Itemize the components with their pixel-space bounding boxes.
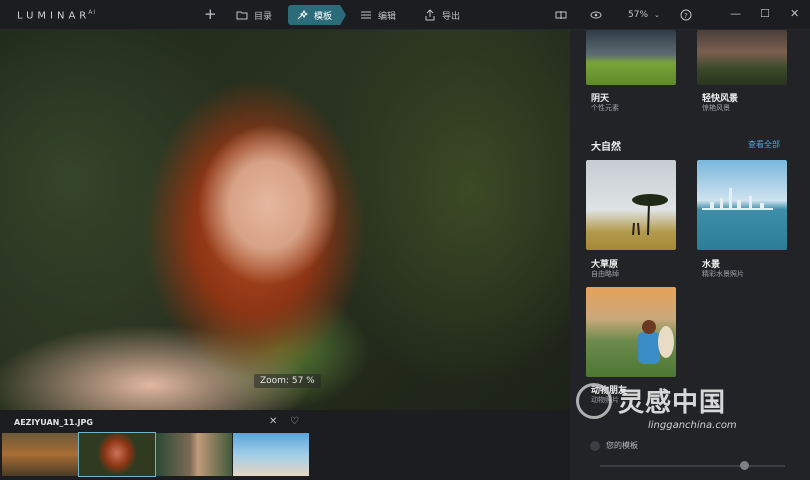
- heart-icon[interactable]: ♡: [290, 416, 299, 427]
- svg-text:?: ?: [684, 12, 688, 20]
- tab-templates[interactable]: 模板: [288, 5, 346, 25]
- compare-button[interactable]: [555, 5, 567, 25]
- compare-icon: [555, 11, 567, 19]
- template-card-waterscape[interactable]: [697, 160, 787, 250]
- tab-edit[interactable]: 编辑: [360, 5, 396, 25]
- template-card-savanna[interactable]: [586, 160, 676, 250]
- maximize-button[interactable]: ☐: [760, 7, 770, 20]
- slider-handle[interactable]: [740, 461, 749, 470]
- see-all-link[interactable]: 查看全部: [748, 139, 780, 150]
- watermark-text: 灵感中国: [618, 388, 727, 418]
- tab-edit-label: 编辑: [378, 11, 397, 22]
- export-icon: [425, 9, 435, 21]
- eye-icon: [590, 11, 602, 19]
- template-card-animal-friends[interactable]: [586, 287, 676, 377]
- template-card-cloudy[interactable]: [586, 30, 676, 85]
- template-subtitle: 惊艳风景: [702, 104, 730, 112]
- top-toolbar: LUMINARAI + 目录 模板 编辑 导出 57% ⌄ ? — ☐ ✕: [0, 0, 810, 30]
- main-photo[interactable]: [0, 30, 570, 410]
- help-button[interactable]: ?: [680, 5, 692, 25]
- tab-catalog-label: 目录: [254, 11, 273, 22]
- minimize-button[interactable]: —: [730, 7, 741, 20]
- tab-export[interactable]: 导出: [424, 5, 460, 25]
- filmstrip-thumb-selected[interactable]: [78, 432, 156, 477]
- tab-templates-label: 模板: [314, 11, 333, 22]
- watermark-url: lingganchina.com: [648, 420, 737, 431]
- section-title-nature: 大自然: [591, 142, 621, 153]
- savanna-tree-graphic: [632, 194, 668, 236]
- zoom-dropdown[interactable]: 57% ⌄: [628, 5, 660, 25]
- watermark-logo-icon: [576, 383, 612, 419]
- chevron-down-icon: ⌄: [654, 11, 660, 19]
- zoom-overlay: Zoom: 57 %: [254, 374, 321, 388]
- template-subtitle: 自由略绰: [591, 270, 619, 278]
- app-logo: LUMINARAI: [17, 9, 97, 22]
- my-templates-label: 您的模板: [606, 441, 638, 450]
- city-skyline-graphic: [702, 188, 773, 210]
- filmstrip-thumb[interactable]: [233, 433, 309, 476]
- close-icon[interactable]: ✕: [269, 416, 277, 427]
- template-subtitle: 精彩水景照片: [702, 270, 744, 278]
- zoom-value: 57%: [628, 10, 649, 20]
- add-button[interactable]: +: [204, 4, 217, 24]
- folder-icon: [236, 11, 248, 20]
- edit-icon: [361, 11, 371, 19]
- girl-and-dog-graphic: [638, 320, 674, 364]
- tab-catalog[interactable]: 目录: [236, 5, 272, 25]
- tab-export-label: 导出: [442, 11, 461, 22]
- file-name: AEZIYUAN_11.JPG: [14, 418, 93, 427]
- thumbnail-size-slider[interactable]: [600, 465, 785, 467]
- preview-button[interactable]: [590, 5, 602, 25]
- plus-icon: +: [204, 5, 217, 23]
- template-subtitle: 个性元素: [591, 104, 619, 112]
- filmstrip-thumb[interactable]: [156, 433, 232, 476]
- close-button[interactable]: ✕: [790, 7, 799, 20]
- help-icon: ?: [680, 9, 692, 21]
- template-card-scenery[interactable]: [697, 30, 787, 85]
- filmstrip-thumb[interactable]: [2, 433, 78, 476]
- templates-icon: [297, 9, 308, 20]
- my-templates-toggle[interactable]: 您的模板: [590, 440, 638, 451]
- my-templates-icon: [590, 440, 600, 451]
